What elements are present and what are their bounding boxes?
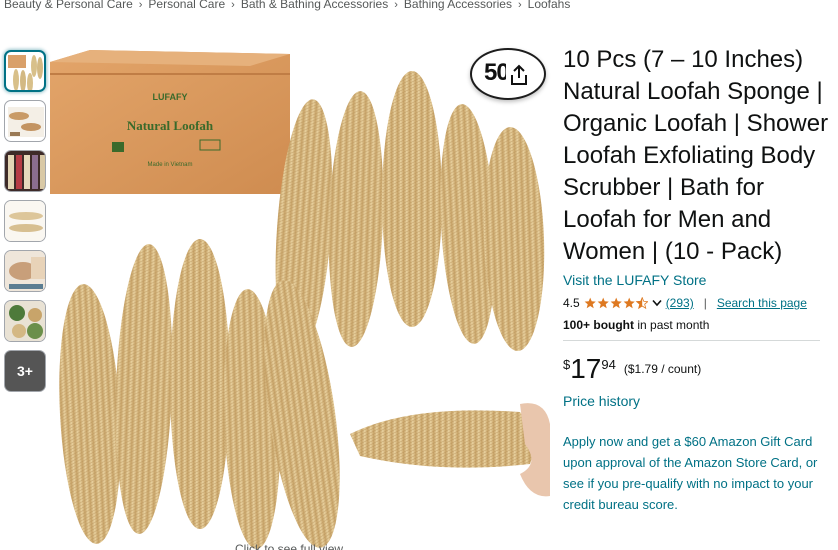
thumbnail-5[interactable] bbox=[4, 250, 46, 292]
thumbnail-strip: 3+ bbox=[4, 50, 46, 400]
rating-row: 4.5 (293) | Search this page bbox=[563, 294, 833, 312]
box-product-text: Natural Loofah bbox=[127, 118, 214, 133]
store-link[interactable]: Visit the LUFAFY Store bbox=[563, 270, 833, 290]
price-symbol: $ bbox=[563, 357, 571, 372]
star-rating-icon[interactable] bbox=[584, 296, 648, 310]
rating-value: 4.5 bbox=[563, 296, 580, 310]
thumbnail-2[interactable] bbox=[4, 100, 46, 142]
divider bbox=[563, 340, 820, 341]
breadcrumb: Beauty & Personal Care › Personal Care › Bat… bbox=[4, 0, 570, 11]
breadcrumb-item-personal-care[interactable]: Personal Care bbox=[148, 0, 225, 11]
breadcrumb-item-beauty[interactable]: Beauty & Personal Care bbox=[4, 0, 133, 11]
share-button[interactable]: 50 bbox=[470, 48, 546, 100]
price-fraction: 94 bbox=[601, 357, 616, 372]
store-card-promo-link[interactable]: Apply now and get a $60 Amazon Gift Card… bbox=[563, 431, 833, 515]
more-thumbnails-label: 3+ bbox=[17, 363, 33, 379]
breadcrumb-separator: › bbox=[231, 0, 235, 11]
bought-info: 100+ bought in past month bbox=[563, 316, 833, 334]
thumbnail-1[interactable] bbox=[4, 50, 46, 92]
chevron-down-icon[interactable] bbox=[652, 294, 662, 312]
rating-count-link[interactable]: (293) bbox=[666, 294, 694, 312]
breadcrumb-separator: › bbox=[394, 0, 398, 11]
thumbnail-image bbox=[5, 151, 45, 191]
box-brand-text: LUFAFY bbox=[153, 92, 188, 102]
share-icon bbox=[506, 62, 532, 88]
price-history-link[interactable]: Price history bbox=[563, 391, 833, 411]
breadcrumb-separator: › bbox=[517, 0, 522, 11]
share-count: 50 bbox=[484, 59, 510, 86]
thumbnail-image bbox=[8, 55, 43, 90]
thumbnail-3[interactable] bbox=[4, 150, 46, 192]
main-product-image[interactable]: LUFAFY Natural Loofah Made in Vietnam 50 bbox=[50, 44, 550, 550]
bought-period: in past month bbox=[634, 318, 710, 332]
rating-divider: | bbox=[703, 296, 707, 310]
breadcrumb-item-bathing-accessories[interactable]: Bathing Accessories bbox=[404, 0, 512, 11]
breadcrumb-separator: › bbox=[138, 0, 143, 11]
stars-graphic bbox=[584, 296, 648, 309]
search-this-page-link[interactable]: Search this page bbox=[717, 294, 807, 312]
thumbnail-image bbox=[5, 251, 45, 291]
product-details: 10 Pcs (7 – 10 Inches) Natural Loofah Sp… bbox=[563, 44, 833, 515]
thumbnail-more[interactable]: 3+ bbox=[4, 350, 46, 392]
price-whole: 17 bbox=[570, 353, 602, 384]
breadcrumb-item-bath-accessories[interactable]: Bath & Bathing Accessories bbox=[241, 0, 388, 11]
image-caption: Click to see full view bbox=[235, 542, 344, 550]
product-title: 10 Pcs (7 – 10 Inches) Natural Loofah Sp… bbox=[563, 46, 829, 265]
box-made-in-text: Made in Vietnam bbox=[148, 162, 193, 168]
price-row: $ 17 94 ($1.79 / count) bbox=[563, 353, 833, 385]
unit-price: ($1.79 / count) bbox=[623, 362, 702, 376]
breadcrumb-item-loofahs[interactable]: Loofahs bbox=[528, 0, 571, 11]
bought-count: 100+ bought bbox=[563, 318, 635, 332]
thumbnail-image bbox=[8, 107, 44, 137]
product-photo: LUFAFY Natural Loofah Made in Vietnam bbox=[50, 50, 550, 549]
thumbnail-4[interactable] bbox=[4, 200, 46, 242]
thumbnail-image bbox=[5, 201, 45, 241]
thumbnail-6[interactable] bbox=[4, 300, 46, 342]
thumbnail-image bbox=[5, 301, 45, 341]
